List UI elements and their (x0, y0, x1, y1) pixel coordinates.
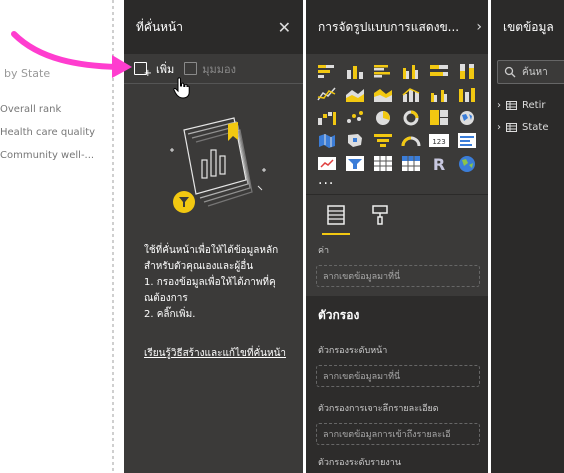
bookmarks-pane: ที่คั่นหน้า ✕ เพิ่ม มุมมอง (124, 0, 303, 473)
bookmarks-toolbar: เพิ่ม มุมมอง (124, 54, 303, 84)
learn-bookmarks-link[interactable]: เรียนรู้วิธีสร้างและแก้ไขที่คั่นหน้า (144, 346, 286, 361)
ribbon-chart-icon[interactable] (456, 85, 478, 104)
add-bookmark-icon (134, 62, 152, 79)
matrix-icon[interactable] (400, 154, 422, 173)
view-bookmark-label: มุมมอง (202, 62, 236, 76)
waterfall-chart-icon[interactable] (316, 108, 338, 127)
clustered-bar-chart-icon[interactable] (372, 62, 394, 81)
more-visuals-icon[interactable]: ... (318, 172, 334, 188)
page-filter-label: ตัวกรองระดับหน้า (318, 346, 388, 356)
fields-search-input[interactable]: ค้นหา (497, 60, 564, 84)
viz-subtabs (306, 194, 488, 235)
percent-bar-chart-icon[interactable] (428, 62, 450, 81)
collapse-chevron-icon[interactable]: › (476, 19, 482, 35)
format-paint-roller-tab[interactable] (368, 203, 392, 227)
table-icon (506, 122, 517, 132)
table-icon[interactable] (372, 154, 394, 173)
table-name: State (522, 121, 549, 133)
desc-line: ใช้ที่คั่นหน้าเพื่อให้ได้ข้อมูลหลัก (144, 245, 279, 256)
canvas-item-community: Community well-... (0, 150, 95, 161)
stacked-area-chart-icon[interactable] (372, 85, 394, 104)
add-bookmark-label: เพิ่ม (156, 62, 175, 76)
line-clustered-column-icon[interactable] (428, 85, 450, 104)
expand-chevron-icon[interactable]: › (497, 122, 501, 133)
scatter-chart-icon[interactable] (344, 108, 366, 127)
clustered-column-chart-icon[interactable] (400, 62, 422, 81)
desc-line: 1. กรองข้อมูลเพื่อให้ได้ภาพที่คุ (144, 277, 276, 288)
percent-column-chart-icon[interactable] (456, 62, 478, 81)
hand-cursor-icon (173, 77, 190, 99)
report-canvas[interactable]: by State Overall rank Health care qualit… (0, 0, 120, 473)
pie-chart-icon[interactable] (372, 108, 394, 127)
fields-well-tab[interactable] (322, 203, 350, 235)
values-label: ค่า (318, 246, 330, 256)
gauge-chart-icon[interactable] (400, 131, 422, 150)
search-placeholder: ค้นหา (522, 66, 548, 78)
desc-line: 2. คลิ๊กเพิ่ม. (144, 309, 196, 320)
stacked-column-chart-icon[interactable] (344, 62, 366, 81)
bookmarks-description: ใช้ที่คั่นหน้าเพื่อให้ได้ข้อมูลหลัก สำหร… (144, 243, 294, 323)
add-bookmark-button[interactable]: เพิ่ม (134, 60, 175, 79)
field-table-item[interactable]: › State (491, 116, 564, 138)
fields-header: เขตข้อมูล (491, 0, 564, 54)
fields-pane: เขตข้อมูล ค้นหา › Retir › State (491, 0, 564, 473)
stacked-bar-chart-icon[interactable] (316, 62, 338, 81)
card-icon[interactable]: 123 (428, 131, 450, 150)
expand-chevron-icon[interactable]: › (497, 100, 501, 111)
close-icon[interactable]: ✕ (278, 18, 291, 37)
search-icon (504, 66, 516, 78)
drill-filter-label: ตัวกรองการเจาะลึกรายละเอียด (318, 404, 439, 414)
kpi-icon[interactable] (316, 154, 338, 173)
line-chart-icon[interactable] (316, 85, 338, 104)
globe-icon[interactable] (456, 154, 478, 173)
desc-line: ณต้องการ (144, 293, 188, 304)
multi-row-card-icon[interactable] (456, 131, 478, 150)
r-visual-icon[interactable]: R (428, 154, 450, 173)
donut-chart-icon[interactable] (400, 108, 422, 127)
canvas-item-health-care: Health care quality (0, 127, 96, 138)
treemap-icon[interactable] (428, 108, 450, 127)
visual-title: by State (4, 67, 51, 80)
bookmarks-header: ที่คั่นหน้า ✕ (124, 0, 303, 54)
visualizations-pane: การจัดรูปแบบการแสดงข... › 123 R ... ค่า … (306, 0, 488, 473)
visual-gallery: 123 R (306, 54, 488, 173)
values-well: ค่า ลากเขตข้อมูลมาที่นี่ (306, 235, 488, 295)
drill-filter-drop-zone[interactable]: ลากเขตข้อมูลการเข้าถึงรายละเอี (316, 423, 480, 445)
map-icon[interactable] (456, 108, 478, 127)
filled-map-icon[interactable] (316, 131, 338, 150)
bookmarks-title: ที่คั่นหน้า (136, 19, 183, 34)
area-chart-icon[interactable] (344, 85, 366, 104)
line-column-chart-icon[interactable] (400, 85, 422, 104)
fields-title: เขตข้อมูล (503, 19, 554, 34)
visualizations-title: การจัดรูปแบบการแสดงข... (318, 19, 460, 34)
slicer-icon[interactable] (344, 154, 366, 173)
table-name: Retir (522, 99, 546, 111)
svg-text:R: R (433, 155, 445, 173)
filters-section: ตัวกรอง ตัวกรองระดับหน้า ลากเขตข้อมูลมาท… (306, 296, 488, 473)
filters-title: ตัวกรอง (318, 308, 360, 322)
table-icon (506, 100, 517, 110)
view-bookmark-button[interactable]: มุมมอง (184, 60, 236, 78)
canvas-item-overall-rank: Overall rank (0, 104, 62, 115)
shape-map-icon[interactable] (344, 131, 366, 150)
field-table-item[interactable]: › Retir (491, 94, 564, 116)
bookmark-illustration-icon (170, 117, 266, 213)
values-drop-zone[interactable]: ลากเขตข้อมูลมาที่นี่ (316, 265, 480, 287)
desc-line: สำหรับตัวคุณเองและผู้อื่น (144, 261, 254, 272)
report-filter-label: ตัวกรองระดับรายงาน (318, 458, 401, 468)
svg-text:123: 123 (432, 138, 445, 146)
page-filter-drop-zone[interactable]: ลากเขตข้อมูลมาที่นี่ (316, 365, 480, 387)
view-bookmark-icon (184, 62, 198, 75)
funnel-chart-icon[interactable] (372, 131, 394, 150)
canvas-divider (112, 0, 114, 473)
visualizations-header: การจัดรูปแบบการแสดงข... › (306, 0, 488, 54)
